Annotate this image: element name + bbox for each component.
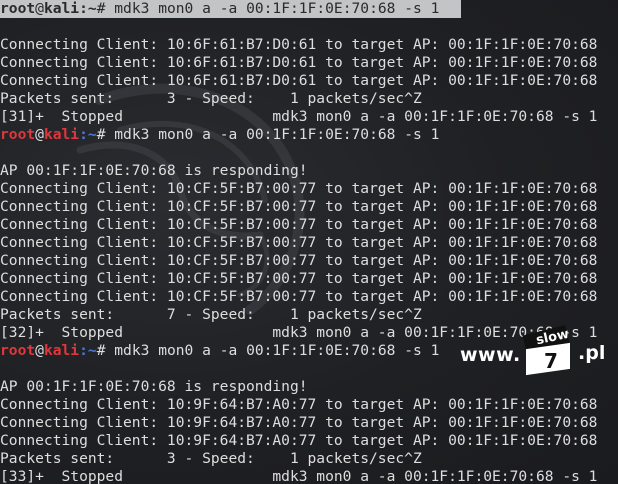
command-text: mdk3 mon0 a -a 00:1F:1F:0E:70:68 -s 1: [105, 342, 440, 359]
output-line: Connecting Client: 10:CF:5F:B7:00:77 to …: [0, 234, 598, 251]
output-line: Connecting Client: 10:CF:5F:B7:00:77 to …: [0, 180, 598, 197]
output-line: Connecting Client: 10:9F:64:B7:A0:77 to …: [0, 414, 598, 431]
output-line: Connecting Client: 10:CF:5F:B7:00:77 to …: [0, 198, 598, 215]
output-line: [33]+ Stopped mdk3 mon0 a -a 00:1F:1F:0E…: [0, 468, 598, 484]
command-text: mdk3 mon0 a -a 00:1F:1F:0E:70:68 -s 1: [105, 126, 440, 143]
prompt-at: @: [35, 0, 44, 17]
prompt-line: root@kali:~# mdk3 mon0 a -a 00:1F:1F:0E:…: [0, 0, 461, 18]
prompt-path: :~: [79, 342, 97, 359]
prompt-host: kali: [43, 0, 80, 17]
output-line: Connecting Client: 10:CF:5F:B7:00:77 to …: [0, 216, 598, 233]
output-line: AP 00:1F:1F:0E:70:68 is responding!: [0, 162, 308, 179]
prompt-host: kali: [43, 126, 80, 143]
output-line: Connecting Client: 10:6F:61:B7:D0:61 to …: [0, 36, 598, 53]
prompt-user: root: [0, 126, 36, 143]
output-line: Packets sent: 7 - Speed: 1 packets/sec^Z: [0, 306, 422, 323]
output-line: [31]+ Stopped mdk3 mon0 a -a 00:1F:1F:0E…: [0, 108, 598, 125]
terminal-window[interactable]: root@kali:~# mdk3 mon0 a -a 00:1F:1F:0E:…: [0, 0, 618, 484]
prompt-user: root: [0, 0, 36, 17]
output-line: Connecting Client: 10:6F:61:B7:D0:61 to …: [0, 54, 598, 71]
command-text: mdk3 mon0 a -a 00:1F:1F:0E:70:68 -s 1: [105, 0, 440, 17]
watermark-seven: 7: [544, 349, 558, 373]
prompt-host: kali: [43, 342, 80, 359]
output-line: Connecting Client: 10:9F:64:B7:A0:77 to …: [0, 396, 598, 413]
prompt-user: root: [0, 342, 36, 359]
terminal-output: root@kali:~# mdk3 mon0 a -a 00:1F:1F:0E:…: [0, 0, 618, 484]
output-line: Connecting Client: 10:CF:5F:B7:00:77 to …: [0, 288, 598, 305]
output-line: Connecting Client: 10:CF:5F:B7:00:77 to …: [0, 252, 598, 269]
output-line: Connecting Client: 10:CF:5F:B7:00:77 to …: [0, 270, 598, 287]
watermark-pl: .pl: [578, 342, 606, 364]
output-line: Packets sent: 3 - Speed: 1 packets/sec^Z: [0, 450, 422, 467]
output-line: AP 00:1F:1F:0E:70:68 is responding!: [0, 378, 308, 395]
prompt-line: root@kali:~# mdk3 mon0 a -a 00:1F:1F:0E:…: [0, 126, 618, 144]
output-line: Connecting Client: 10:9F:64:B7:A0:77 to …: [0, 432, 598, 449]
prompt-at: @: [35, 126, 44, 143]
prompt-path: :~: [79, 0, 97, 17]
output-line: Connecting Client: 10:6F:61:B7:D0:61 to …: [0, 72, 598, 89]
watermark-www: www.: [460, 344, 521, 366]
prompt-at: @: [35, 342, 44, 359]
output-line: Packets sent: 3 - Speed: 1 packets/sec^Z: [0, 90, 422, 107]
watermark-box-icon: slow 7: [520, 324, 578, 376]
prompt-path: :~: [79, 126, 97, 143]
watermark-logo: www. slow 7 .pl: [460, 324, 610, 380]
